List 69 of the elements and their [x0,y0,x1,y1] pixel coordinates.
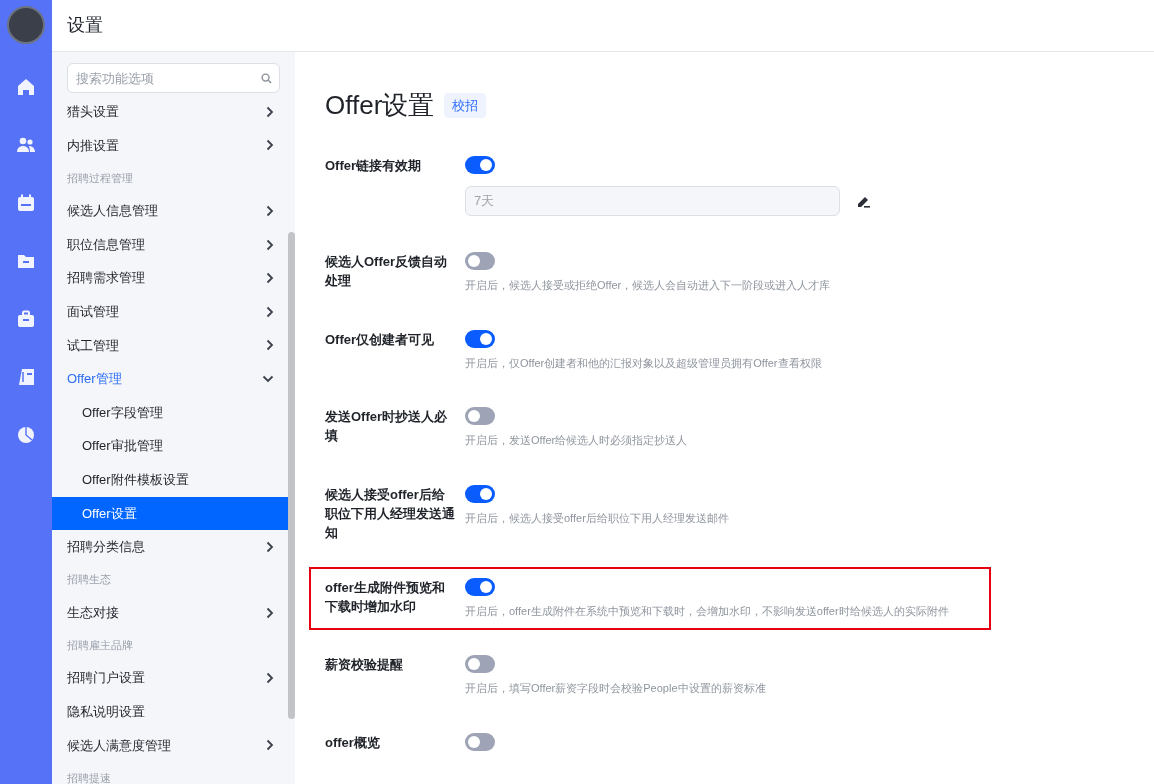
sidebar-item[interactable]: 候选人满意度管理 [67,728,280,763]
setting-description: 开启后，offer生成附件在系统中预览和下载时，会增加水印，不影响发送offer时给候选人的实际附件 [465,603,950,619]
setting-label: offer概览 [325,733,381,752]
setting-label: 薪资校验提醒 [325,656,404,674]
setting-description: 开启后，发送Offer给候选人时必须指定抄送人 [465,433,689,448]
sidebar-item[interactable]: 招聘需求管理 [67,261,280,295]
search-icon [261,73,272,84]
setting-label: Offer仅创建者可见 [325,330,436,349]
people-icon[interactable] [17,136,35,154]
chevron-down-icon [262,374,274,383]
setting-label: Offer链接有效期 [325,157,423,175]
chevron-right-icon [266,238,274,251]
home-icon[interactable] [17,78,35,96]
toggle-switch[interactable] [465,655,495,673]
chevron-right-icon [266,606,274,619]
sidebar-subitem[interactable]: Offer字段管理 [52,395,288,430]
chevron-right-icon [266,105,274,118]
sidebar-item[interactable]: 候选人信息管理 [67,194,280,228]
setting-description: 开启后，仅Offer创建者和他的汇报对象以及超级管理员拥有Offer查看权限 [465,355,823,371]
toggle-switch[interactable] [465,484,495,503]
toggle-switch[interactable] [465,252,495,270]
setting-label: 候选人Offer反馈自动处理 [325,253,449,290]
toggle-switch[interactable] [465,156,495,174]
setting-description: 开启后，候选人接受offer后给职位下用人经理发送邮件 [465,510,730,526]
page-title: Offer设置 [325,89,435,122]
chevron-right-icon [266,540,274,553]
toggle-switch[interactable] [465,732,495,751]
sidebar-item[interactable]: 猎头设置 [67,95,280,129]
sidebar-item[interactable]: 招聘门户设置 [67,661,280,695]
sidebar-item[interactable]: 面试管理 [67,294,280,329]
page-header-title: 设置 [67,14,103,37]
campus-tag: 校招 [444,92,487,119]
search-field[interactable]: 搜索功能选项 [67,63,280,93]
toggle-switch[interactable] [465,329,495,348]
chevron-right-icon [266,305,274,318]
folder-icon[interactable] [17,252,35,270]
chevron-right-icon [266,139,274,152]
sidebar-item[interactable]: 隐私说明设置 [67,694,280,729]
book-icon[interactable] [17,368,35,386]
chevron-right-icon [266,205,274,217]
setting-label: 候选人接受offer后给职位下用人经理发送通知 [325,485,455,542]
setting-description: 开启后，填写Offer薪资字段时会校验People中设置的薪资标准 [465,681,767,696]
briefcase-icon[interactable] [17,310,35,328]
pie-chart-icon[interactable] [17,426,35,444]
toggle-switch[interactable] [465,577,495,596]
sidebar-item[interactable]: 职位信息管理 [67,227,280,262]
toggle-switch[interactable] [465,407,495,425]
section-heading: 招聘生态 [67,572,112,588]
section-heading: 招聘过程管理 [67,170,134,186]
sidebar-item[interactable]: 生态对接 [67,595,280,630]
sidebar-subitem[interactable]: Offer设置 [52,496,288,531]
setting-description: 开启后，候选人接受或拒绝Offer，候选人会自动进入下一阶段或进入人才库 [465,278,832,293]
scrollbar-thumb[interactable] [288,232,295,719]
chevron-right-icon [266,272,274,285]
sidebar-item[interactable]: 内推设置 [67,128,280,163]
sidebar-subitem[interactable]: Offer审批管理 [52,429,288,463]
avatar-photo-placeholder[interactable] [7,6,45,44]
sidebar-item[interactable]: 试工管理 [67,328,280,363]
setting-label: 发送Offer时抄送人必填 [325,408,449,445]
sidebar-item[interactable]: 招聘分类信息 [67,530,280,564]
chevron-right-icon [266,339,274,352]
sidebar-item[interactable]: Offer管理 [67,362,280,396]
setting-label: offer生成附件预览和下载时增加水印 [325,578,446,616]
calendar-icon[interactable] [17,194,35,212]
section-heading: 招聘雇主品牌 [67,638,134,654]
chevron-right-icon [266,672,274,685]
sidebar-subitem[interactable]: Offer附件模板设置 [52,462,288,497]
section-heading: 招聘提速 [67,770,112,784]
chevron-right-icon [266,739,274,752]
